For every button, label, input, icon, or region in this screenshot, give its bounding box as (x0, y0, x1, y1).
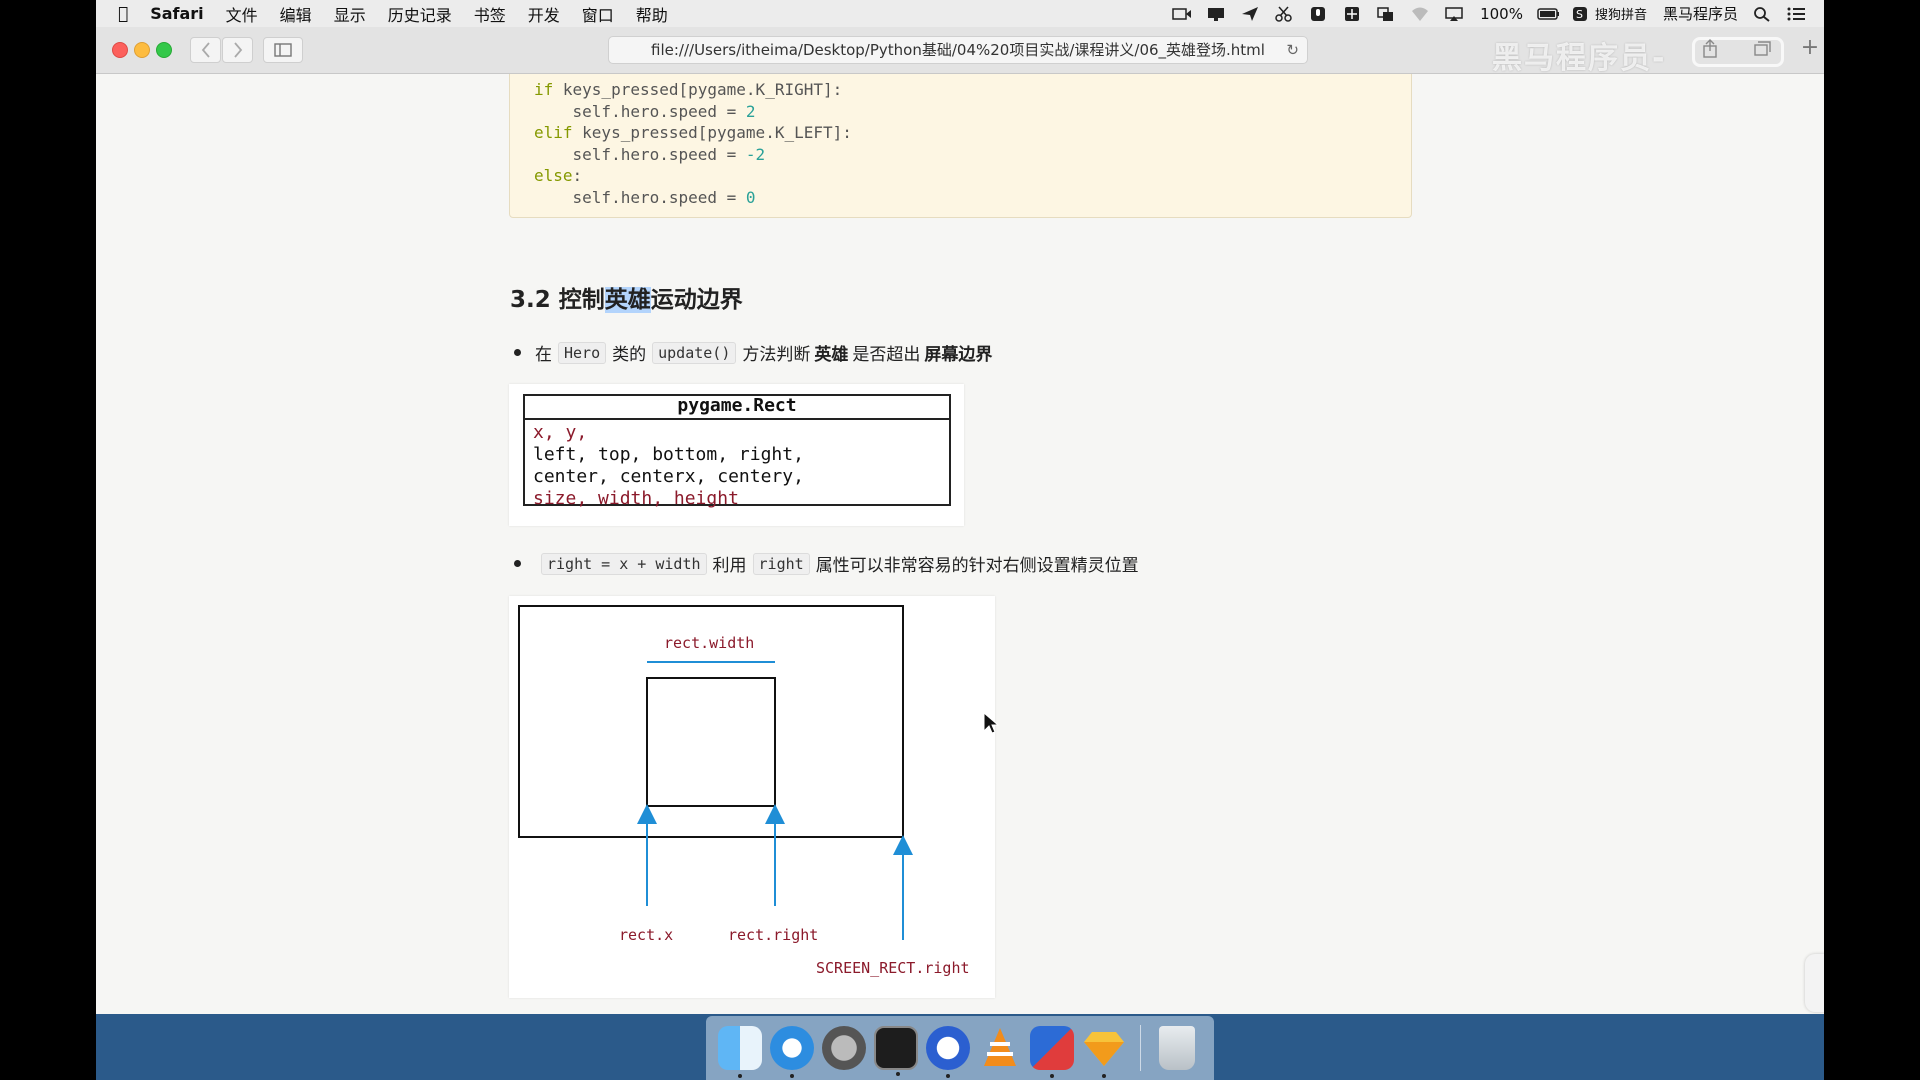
input-method-label[interactable]: 搜狗拼音 (1595, 4, 1647, 23)
code-line: else: (534, 166, 583, 186)
menu-history[interactable]: 历史记录 (388, 2, 452, 26)
user-name[interactable]: 黑马程序员 (1663, 3, 1738, 24)
tabs-icon (1753, 41, 1771, 56)
spotlight-search-icon[interactable] (1752, 6, 1772, 22)
menu-help[interactable]: 帮助 (636, 2, 668, 26)
sidebar-icon (274, 43, 292, 57)
play-icon (1805, 954, 1824, 1012)
uml-row: center, centerx, centery, (533, 466, 804, 487)
notification-center-icon[interactable] (1786, 6, 1806, 22)
rect-right-figure: rect.width rect.x rect.right SCREEN_RECT… (509, 596, 995, 998)
dock-separator (1140, 1025, 1141, 1071)
display-icon[interactable] (1206, 6, 1226, 22)
inline-code: update() (652, 341, 737, 364)
menu-window[interactable]: 窗口 (582, 2, 614, 26)
wifi-icon[interactable] (1410, 6, 1430, 22)
terminal-icon[interactable] (874, 1026, 918, 1076)
uml-box: pygame.Rect x, y, left, top, bottom, rig… (523, 394, 951, 509)
inline-code: right (752, 552, 810, 575)
screenflow-icon[interactable] (926, 1026, 970, 1078)
sogou-icon[interactable]: S (1571, 6, 1591, 22)
launchpad-rocket-icon[interactable] (822, 1026, 866, 1070)
uml-row: x, y, (533, 422, 588, 443)
bullet-dot (514, 560, 521, 567)
x-label: rect.x (619, 926, 674, 944)
finder-icon[interactable] (718, 1026, 762, 1078)
desktop-screen:  Safari 文件 编辑 显示 历史记录 书签 开发 窗口 帮助 (96, 0, 1824, 1080)
sidebar-toggle-button[interactable] (263, 37, 303, 63)
selected-text[interactable]: 英雄 (604, 287, 651, 313)
uml-row: left, top, bottom, right, (533, 444, 804, 465)
section-heading: 3.2 控制英雄运动边界 (510, 287, 743, 313)
menu-view[interactable]: 显示 (334, 2, 366, 26)
uml-title: pygame.Rect (525, 396, 949, 420)
menu-bookmarks[interactable]: 书签 (474, 2, 506, 26)
code-line: self.hero.speed = 2 (572, 101, 756, 121)
reload-icon[interactable]: ↻ (1286, 37, 1299, 63)
tabs-overview-button[interactable] (1746, 37, 1777, 63)
microphone-icon[interactable] (1308, 6, 1328, 22)
code-line: self.hero.speed = 0 (572, 187, 756, 207)
width-label: rect.width (664, 634, 755, 652)
new-tab-button[interactable]: + (1796, 35, 1824, 63)
remote-desktop-icon[interactable] (1030, 1026, 1074, 1078)
dock (706, 1016, 1214, 1080)
sketch-diamond-icon[interactable] (1082, 1026, 1126, 1078)
bullet-dot (514, 349, 521, 356)
svg-text:S: S (1576, 8, 1583, 21)
battery-percent: 100% (1480, 4, 1523, 23)
uml-row: size, width, height (533, 488, 739, 509)
code-line: if keys_pressed[pygame.K_RIGHT]: (534, 80, 843, 99)
chevron-right-icon (233, 42, 242, 58)
right-label: rect.right (728, 926, 819, 944)
code-line: self.hero.speed = -2 (572, 144, 766, 164)
sprite-rect (646, 677, 776, 807)
url-text: file:///Users/itheima/Desktop/Python基础/0… (651, 41, 1265, 59)
address-bar[interactable]: file:///Users/itheima/Desktop/Python基础/0… (608, 36, 1308, 64)
zoom-window-button[interactable] (156, 42, 172, 58)
trash-icon[interactable] (1159, 1026, 1195, 1070)
close-window-button[interactable] (112, 42, 128, 58)
battery-icon[interactable] (1537, 6, 1559, 22)
watermark-text: 黑马程序员- (1492, 41, 1667, 76)
back-button[interactable] (190, 37, 221, 63)
rect-class-diagram: pygame.Rect x, y, left, top, bottom, rig… (509, 384, 964, 526)
apple-menu-icon[interactable]:  (118, 4, 128, 24)
browser-toolbar: file:///Users/itheima/Desktop/Python基础/0… (96, 27, 1824, 76)
input-grid-icon[interactable] (1342, 6, 1362, 22)
chevron-left-icon (201, 42, 210, 58)
menu-app-name[interactable]: Safari (150, 4, 203, 23)
safari-icon[interactable] (770, 1026, 814, 1078)
menu-file[interactable]: 文件 (226, 2, 258, 26)
window-switch-icon[interactable] (1376, 6, 1396, 22)
bullet-item-right: right = x + width 利用 right 属性可以非常容易的针对右侧… (514, 551, 1139, 576)
code-block: if keys_pressed[pygame.K_RIGHT]: self.he… (509, 74, 1412, 218)
inline-code: Hero (558, 341, 607, 364)
airplay-icon[interactable] (1444, 6, 1464, 22)
inline-code: right = x + width (541, 552, 707, 575)
share-icon (1702, 39, 1717, 58)
minimize-window-button[interactable] (134, 42, 150, 58)
scissors-icon[interactable] (1274, 6, 1294, 22)
bilibili-player-badge[interactable] (1805, 954, 1824, 1012)
menu-develop[interactable]: 开发 (528, 2, 560, 26)
forward-button[interactable] (222, 37, 253, 63)
page-content: if keys_pressed[pygame.K_RIGHT]: self.he… (96, 74, 1824, 1014)
bullet-item-boundary: 在 Hero 类的 update() 方法判断 英雄 是否超出 屏幕边界 (514, 340, 996, 365)
code-line: elif keys_pressed[pygame.K_LEFT]: (534, 123, 852, 143)
send-icon[interactable] (1240, 6, 1260, 22)
menu-bar:  Safari 文件 编辑 显示 历史记录 书签 开发 窗口 帮助 (96, 0, 1824, 27)
vlc-cone-icon[interactable] (978, 1026, 1022, 1070)
screen-right-label: SCREEN_RECT.right (816, 959, 970, 977)
menu-edit[interactable]: 编辑 (280, 2, 312, 26)
mouse-cursor-icon (983, 712, 999, 734)
share-button[interactable] (1694, 37, 1725, 63)
screen-record-icon[interactable] (1172, 6, 1192, 22)
